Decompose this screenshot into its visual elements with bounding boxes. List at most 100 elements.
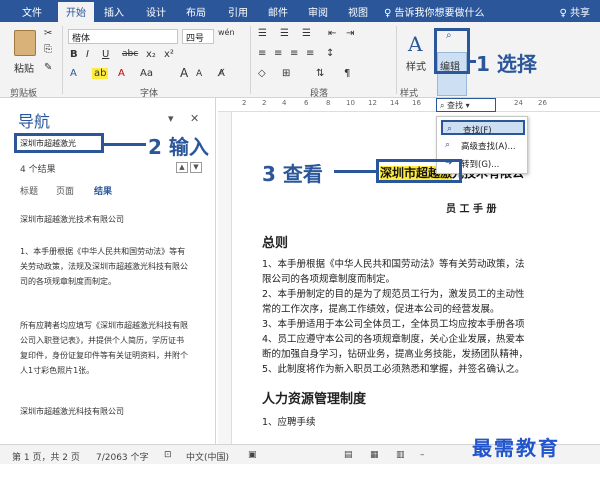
ruler-number: 2 [242,99,247,107]
search-icon: ⌕ [440,101,448,110]
annotation-step-1: 1 选择 [476,52,537,76]
ruler-number: 14 [390,99,399,107]
tab-file[interactable]: 文件 [22,4,42,19]
align-right-icon[interactable]: ≡ [290,48,298,59]
align-center-icon[interactable]: ≡ [274,48,282,59]
menu-item-label: 查找(F) [463,126,492,136]
tab-pages[interactable]: 页面 [56,184,74,197]
language-indicator[interactable]: 中文(中国) [186,450,229,463]
font-color-icon[interactable]: A [118,68,125,79]
superscript-button[interactable]: x² [164,49,174,60]
annotation-line [334,170,376,173]
ruler-number: 24 [514,99,523,107]
doc-heading: 人力资源管理制度 [262,392,367,407]
web-layout-icon[interactable]: ▥ [396,450,405,460]
line-spacing-icon[interactable]: ↕ [326,48,334,59]
annotation-box-search [14,133,104,153]
doc-paragraph: 1、应聘手续 [262,417,316,428]
tab-headings[interactable]: 标题 [20,184,38,197]
read-mode-icon[interactable]: ▤ [344,450,353,460]
page-count[interactable]: 第 1 页，共 2 页 [12,450,80,463]
tab-review[interactable]: 审阅 [308,4,328,19]
ruler-number: 6 [304,99,309,107]
close-icon[interactable]: ✕ [190,112,199,125]
menu-item-label: 高级查找(A)... [461,142,516,152]
macro-icon[interactable]: ▣ [248,450,257,460]
text-effects-icon[interactable]: A [70,68,77,79]
menu-item-find[interactable]: ⌕ 查找(F) [441,120,525,136]
ruler-number: 10 [346,99,355,107]
change-case-button[interactable]: Aa [140,68,153,79]
tab-view[interactable]: 视图 [348,4,368,19]
underline-button[interactable]: U [102,49,109,60]
tab-references[interactable]: 引用 [228,4,248,19]
results-count: 4 个结果 [20,165,56,175]
paste-button[interactable]: 粘贴 [14,60,34,75]
sort-icon[interactable]: ⇅ [316,68,324,79]
tab-home[interactable]: 开始 [58,2,94,22]
styles-button[interactable]: 样式 [406,58,426,73]
bold-button[interactable]: B [70,49,78,60]
search-result-item[interactable]: 深圳市超越激光技术有限公司 [20,212,188,227]
doc-paragraph: 5、此制度将作为新入职员工必须熟悉和掌握，并签名确认之。 [262,364,525,375]
paste-icon[interactable] [14,30,36,56]
tab-layout[interactable]: 布局 [186,4,206,19]
increase-indent-icon[interactable]: ⇥ [346,28,354,39]
subscript-button[interactable]: x₂ [146,49,156,60]
tab-mailings[interactable]: 邮件 [268,4,288,19]
menu-item-advanced-find[interactable]: ⌕ 高级查找(A)... [441,138,525,153]
watermark: 最需教育 [472,436,560,460]
ruler-number: 12 [368,99,377,107]
doc-paragraph: 常的工作次序，提高工作绩效，促进本公司的经营发展。 [262,304,500,315]
borders-icon[interactable]: ⊞ [282,68,290,79]
shrink-font-button[interactable]: A [196,69,202,79]
search-icon: ⌕ [447,124,453,134]
doc-paragraph: 2、本手册制定的目的是为了规范员工行为，激发员工的主动性 [262,289,525,300]
ruler-number: 16 [412,99,421,107]
font-name-select[interactable]: 楷体 [68,29,178,44]
tell-me-search[interactable]: ♀ 告诉我你想要做什么 [384,4,485,19]
ruler-number: 26 [538,99,547,107]
tab-results[interactable]: 结果 [94,184,112,197]
show-marks-icon[interactable]: ¶ [344,68,350,79]
strikethrough-button[interactable]: abc [122,49,138,59]
annotation-box-result [376,159,462,183]
ribbon-tab-bar: 文件 开始 插入 设计 布局 引用 邮件 审阅 视图 ♀ 告诉我你想要做什么 ♀… [0,0,600,22]
copy-icon[interactable]: ⎘ [44,44,52,55]
styles-icon[interactable]: A [408,32,430,56]
proofing-icon[interactable]: ⊡ [164,450,172,460]
find-label: 查找 [447,101,464,110]
tab-design[interactable]: 设计 [146,4,166,19]
annotation-step-3: 3 查看 [262,162,323,186]
menu-item-label: 转到(G)... [461,160,500,170]
cut-icon[interactable]: ✂ [44,28,52,39]
search-result-item[interactable]: 深圳市超越激光科技有限公司 [20,404,188,419]
ruler-number: 4 [282,99,287,107]
search-result-item[interactable]: 所有应聘者均应填写《深圳市超越激光科技有限公司入职登记表》，并提供个人简历，学历… [20,318,188,378]
format-painter-icon[interactable]: ✎ [44,62,52,73]
decrease-indent-icon[interactable]: ⇤ [328,28,336,39]
clear-format-icon[interactable]: A̸ [218,68,225,79]
search-result-item[interactable]: 1、本手册根据《中华人民共和国劳动法》等有关劳动政策，法规及深圳市超越激光科技有… [20,244,188,289]
shading-icon[interactable]: ◇ [258,68,266,79]
italic-button[interactable]: I [86,49,89,60]
share-button[interactable]: ♀ 共享 [559,4,590,19]
zoom-out-icon[interactable]: – [420,450,425,460]
prev-result-button[interactable]: ▲ [176,162,188,173]
highlight-icon[interactable]: ab [92,68,109,79]
tab-insert[interactable]: 插入 [104,4,124,19]
next-result-button[interactable]: ▼ [190,162,202,173]
justify-icon[interactable]: ≡ [306,48,314,59]
align-left-icon[interactable]: ≡ [258,48,266,59]
multilevel-list-icon[interactable]: ☰ [302,28,311,39]
print-layout-icon[interactable]: ▦ [370,450,379,460]
grow-font-button[interactable]: A [180,66,188,80]
find-split-button[interactable]: ⌕ 查找 ▾ [436,98,496,112]
font-size-select[interactable]: 四号 [182,29,214,44]
numbering-icon[interactable]: ☰ [280,28,289,39]
annotation-line [104,143,146,146]
word-count[interactable]: 7/2063 个字 [96,450,149,463]
bullets-icon[interactable]: ☰ [258,28,267,39]
chevron-down-icon[interactable]: ▾ [168,112,174,125]
phonetic-guide-button[interactable]: wén [218,28,235,37]
